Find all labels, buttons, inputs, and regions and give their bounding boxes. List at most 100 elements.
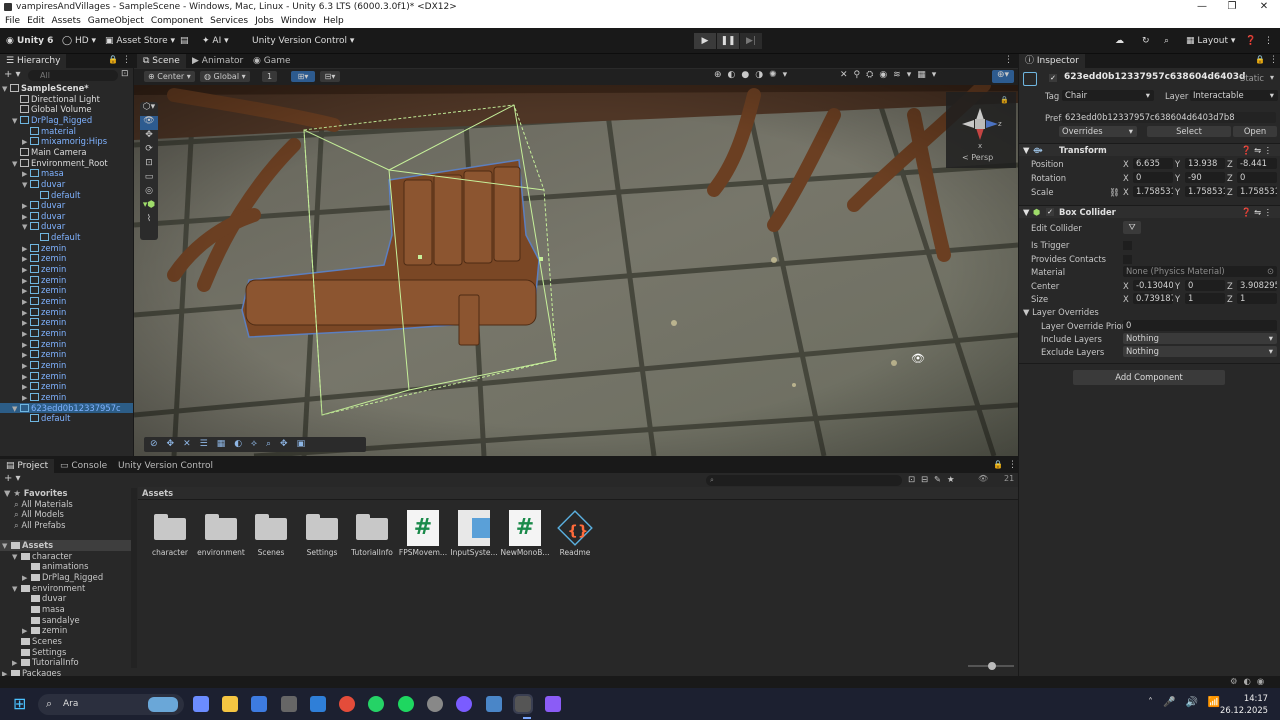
- favorites-item[interactable]: ⌕ All Models: [0, 509, 133, 520]
- foldout-arrow-icon[interactable]: ▶: [22, 297, 30, 307]
- step-button[interactable]: ▶|: [740, 33, 762, 49]
- hierarchy-search-input[interactable]: All: [28, 70, 118, 81]
- menu-component[interactable]: Component: [151, 15, 203, 28]
- collider-enabled-checkbox[interactable]: ✓: [1046, 208, 1054, 216]
- hierarchy-item[interactable]: ▶ zemin: [0, 307, 133, 318]
- icon-size-slider[interactable]: [968, 662, 1014, 670]
- create-asset-button[interactable]: + ▾: [4, 473, 21, 484]
- hierarchy-item[interactable]: ▼ Environment_Root: [0, 158, 133, 169]
- select-button[interactable]: Select: [1147, 126, 1231, 137]
- foldout-arrow-icon[interactable]: ▶: [22, 350, 30, 360]
- favorites-header[interactable]: ▼ ★ Favorites: [0, 488, 133, 499]
- space-toggle[interactable]: ◍ Global ▾: [200, 71, 250, 82]
- project-lock-icon[interactable]: 🔒: [993, 460, 1003, 469]
- component-help-icon[interactable]: ❓ ⇋ ⋮: [1241, 144, 1272, 157]
- tools-menu-icon[interactable]: ⬡▾: [140, 102, 158, 116]
- collider-size-x-field[interactable]: 0.739187: [1133, 293, 1173, 304]
- hierarchy-item[interactable]: material: [0, 126, 133, 137]
- taskbar-search-input[interactable]: ⌕ Ara: [38, 694, 184, 715]
- project-filter-icons[interactable]: ⊡⊟✎★: [908, 474, 961, 484]
- hierarchy-item[interactable]: ▶ zemin: [0, 371, 133, 382]
- transform-rotation-y-field[interactable]: -90: [1185, 172, 1225, 183]
- hierarchy-item[interactable]: ▶ zemin: [0, 349, 133, 360]
- whatsapp-icon[interactable]: [368, 696, 384, 712]
- project-tree-item[interactable]: ▶ zemin: [0, 625, 133, 636]
- close-button[interactable]: ✕: [1250, 0, 1278, 15]
- asset-folder[interactable]: character: [145, 510, 195, 557]
- scene-viewport[interactable]: [134, 85, 1018, 456]
- component-help-icon[interactable]: ❓ ⇋ ⋮: [1241, 206, 1272, 219]
- github-icon[interactable]: [456, 696, 472, 712]
- physics-material-field[interactable]: None (Physics Material) ⊙: [1123, 266, 1277, 277]
- project-tree-item[interactable]: Scenes: [0, 636, 133, 647]
- play-button[interactable]: ▶: [694, 33, 716, 49]
- tab-hierarchy[interactable]: ☰ Hierarchy: [0, 54, 67, 68]
- collider-tool-icon[interactable]: ▾⬢: [140, 200, 158, 214]
- edit-collider-button[interactable]: ⛛: [1123, 221, 1141, 234]
- foldout-arrow-icon[interactable]: ▼: [2, 84, 10, 94]
- tree-scrollbar[interactable]: [131, 488, 137, 668]
- favorites-item[interactable]: ⌕ All Prefabs: [0, 520, 133, 531]
- foldout-arrow-icon[interactable]: ▶: [22, 340, 30, 350]
- gizmos-toggle[interactable]: ⊕▾: [992, 70, 1014, 83]
- project-tree-item[interactable]: animations: [0, 561, 133, 572]
- asset-script[interactable]: # FPSMovem...: [398, 510, 448, 557]
- prefab-asset-field[interactable]: 623edd0b12337957c638604d6403d7b8: [1062, 112, 1276, 123]
- unity-account-button[interactable]: ◉ Unity 6: [6, 34, 53, 48]
- transform-tool-icon[interactable]: ◎: [140, 186, 158, 200]
- hierarchy-item[interactable]: ▶ duvar: [0, 200, 133, 211]
- move-tool-icon[interactable]: ✥: [140, 130, 158, 144]
- pivot-toggle[interactable]: ⊕ Center ▾: [144, 71, 195, 82]
- foldout-arrow-icon[interactable]: ▼: [12, 159, 20, 169]
- hierarchy-item[interactable]: ▶ zemin: [0, 339, 133, 350]
- lock-icon[interactable]: 🔒: [108, 55, 118, 64]
- hierarchy-item[interactable]: Directional Light: [0, 94, 133, 105]
- static-dropdown[interactable]: ▾: [1270, 73, 1274, 82]
- foldout-arrow-icon[interactable]: ▼: [12, 116, 20, 126]
- maximize-button[interactable]: ❐: [1218, 0, 1246, 15]
- tab-console[interactable]: ▭ Console: [54, 459, 113, 473]
- hierarchy-item[interactable]: ▶ duvar: [0, 211, 133, 222]
- cloud-icon[interactable]: ☁: [1115, 34, 1124, 48]
- asset-store-button[interactable]: ▣ Asset Store ▾: [105, 34, 175, 48]
- foldout-arrow-icon[interactable]: ▶: [22, 137, 30, 147]
- hierarchy-item[interactable]: Main Camera: [0, 147, 133, 158]
- tab-scene[interactable]: ⧉ Scene: [137, 54, 186, 68]
- unity-editor-icon[interactable]: [513, 694, 533, 714]
- hierarchy-item[interactable]: ▼ SampleScene*: [0, 83, 133, 94]
- foldout-arrow-icon[interactable]: ▶: [22, 372, 30, 382]
- foldout-arrow-icon[interactable]: ▶: [22, 393, 30, 403]
- inspector-lock-icon[interactable]: 🔒: [1255, 55, 1265, 64]
- outlook-icon[interactable]: [310, 696, 326, 712]
- menu-help[interactable]: Help: [323, 15, 344, 28]
- ai-dropdown[interactable]: ✦ AI ▾: [202, 34, 229, 48]
- menu-services[interactable]: Services: [210, 15, 248, 28]
- foldout-arrow-icon[interactable]: ▶: [22, 308, 30, 318]
- unity-hub-icon[interactable]: [281, 696, 297, 712]
- foldout-arrow-icon[interactable]: ▶: [22, 254, 30, 264]
- hierarchy-item[interactable]: ▶ zemin: [0, 328, 133, 339]
- breadcrumb[interactable]: Assets: [142, 487, 173, 500]
- snap-settings-icon[interactable]: ⊟▾: [320, 71, 340, 82]
- custom-tool-icon[interactable]: ⌇: [140, 214, 158, 228]
- project-tree-item[interactable]: ▼ Assets: [0, 540, 133, 551]
- visibility-eye-icon[interactable]: 👁: [911, 352, 925, 365]
- collider-center-y-field[interactable]: 0: [1185, 280, 1225, 291]
- exclude-layers-dropdown[interactable]: Nothing ▾: [1123, 346, 1277, 357]
- tab-project[interactable]: ▤ Project: [0, 459, 55, 473]
- menu-file[interactable]: File: [5, 15, 20, 28]
- hierarchy-item[interactable]: ▶ zemin: [0, 360, 133, 371]
- asset-folder[interactable]: Scenes: [246, 510, 296, 557]
- include-layers-dropdown[interactable]: Nothing ▾: [1123, 333, 1277, 344]
- transform-scale-y-field[interactable]: 1.758531: [1185, 186, 1225, 197]
- grid-snap-toggle[interactable]: ⊞▾: [291, 71, 315, 82]
- hierarchy-item[interactable]: ▶ zemin: [0, 253, 133, 264]
- inspector-menu-icon[interactable]: ⋮: [1269, 55, 1278, 65]
- project-tree-item[interactable]: masa: [0, 604, 133, 615]
- gizmo-options[interactable]: ✕⚲⛭◉≋▾▦▾: [840, 70, 942, 80]
- layout-dropdown[interactable]: ▦ Layout ▾: [1186, 34, 1235, 48]
- scene-menu-icon[interactable]: ⋮: [1004, 55, 1013, 65]
- asset-script[interactable]: # NewMonoB...: [500, 510, 550, 557]
- hierarchy-item[interactable]: ▶ zemin: [0, 285, 133, 296]
- transform-rotation-z-field[interactable]: 0: [1237, 172, 1277, 183]
